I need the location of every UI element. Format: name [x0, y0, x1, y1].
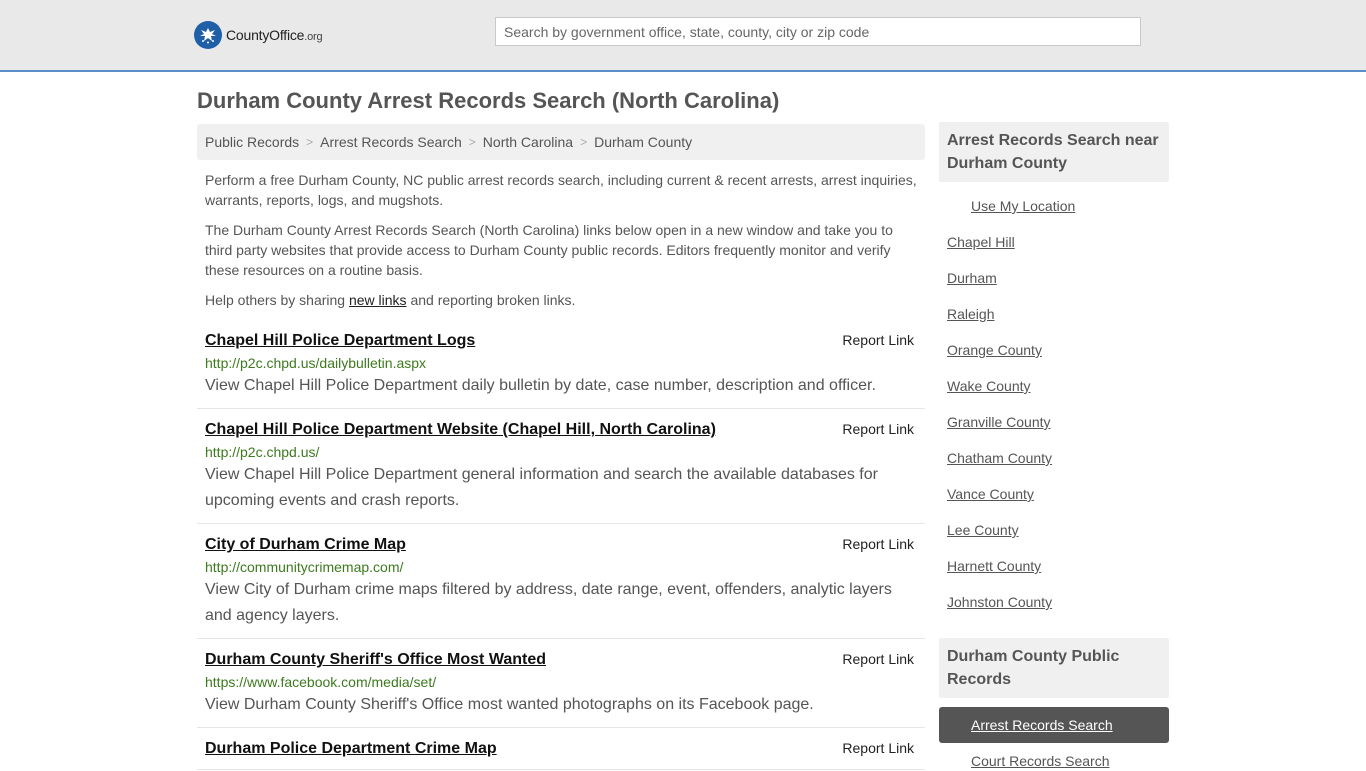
chevron-right-icon: >: [468, 135, 476, 149]
sidebar-item-vance-county[interactable]: Vance County: [939, 484, 1169, 520]
record-title-link[interactable]: Durham Police Department Crime Map: [205, 738, 497, 760]
sidebar-item-chapel-hill[interactable]: Chapel Hill: [939, 232, 1169, 268]
record-url: http://communitycrimemap.com/: [205, 559, 404, 575]
intro-paragraph: Perform a free Durham County, NC public …: [205, 172, 917, 208]
record-title-link[interactable]: Chapel Hill Police Department Logs: [205, 330, 475, 352]
list-item: Chapel Hill Police Department Website (C…: [197, 409, 925, 524]
sidebar: Arrest Records Search near Durham County…: [939, 122, 1169, 771]
share-paragraph: Help others by sharing new links and rep…: [205, 292, 576, 308]
report-link[interactable]: Report Link: [842, 651, 914, 667]
records-list: Chapel Hill Police Department Logs Repor…: [197, 320, 925, 770]
logo-text: CountyOffice.org: [226, 27, 323, 43]
sidebar-item-arrest-records-active[interactable]: Arrest Records Search: [939, 707, 1169, 743]
use-my-location-link[interactable]: Use My Location: [939, 196, 1169, 232]
sidebar-item-wake-county[interactable]: Wake County: [939, 376, 1169, 412]
breadcrumb-durham-county: Durham County: [594, 134, 693, 150]
record-title-link[interactable]: Chapel Hill Police Department Website (C…: [205, 419, 716, 441]
record-url: http://p2c.chpd.us/dailybulletin.aspx: [205, 355, 427, 371]
sidebar-item-durham[interactable]: Durham: [939, 268, 1169, 304]
sidebar-item-granville-county[interactable]: Granville County: [939, 412, 1169, 448]
list-item: Durham Police Department Crime Map Repor…: [197, 728, 925, 770]
record-url: https://www.facebook.com/media/set/: [205, 674, 437, 690]
sidebar-item-harnett-county[interactable]: Harnett County: [939, 556, 1169, 592]
intro-paragraph: The Durham County Arrest Records Search …: [205, 222, 893, 278]
report-link[interactable]: Report Link: [842, 536, 914, 552]
record-description: View City of Durham crime maps filtered …: [205, 581, 892, 624]
sidebar-item-lee-county[interactable]: Lee County: [939, 520, 1169, 556]
site-logo[interactable]: CountyOffice.org: [194, 20, 323, 50]
sidebar-heading-nearby: Arrest Records Search near Durham County: [939, 122, 1169, 182]
breadcrumb-public-records[interactable]: Public Records: [205, 134, 299, 150]
site-header: CountyOffice.org: [0, 0, 1366, 72]
chevron-right-icon: >: [306, 135, 314, 149]
sidebar-heading-public-records: Durham County Public Records: [939, 638, 1169, 698]
breadcrumb: Public Records > Arrest Records Search >…: [197, 124, 925, 160]
record-title-link[interactable]: Durham County Sheriff's Office Most Want…: [205, 649, 546, 671]
intro-text: Perform a free Durham County, NC public …: [197, 170, 925, 310]
sidebar-item-court-records[interactable]: Court Records Search: [939, 751, 1169, 771]
sidebar-item-johnston-county[interactable]: Johnston County: [939, 592, 1169, 628]
report-link[interactable]: Report Link: [842, 740, 914, 756]
list-item: City of Durham Crime Map Report Link htt…: [197, 524, 925, 639]
nearby-list: Use My Location Chapel Hill Durham Ralei…: [939, 182, 1169, 638]
sidebar-item-raleigh[interactable]: Raleigh: [939, 304, 1169, 340]
record-description: View Chapel Hill Police Department daily…: [205, 377, 876, 394]
list-item: Durham County Sheriff's Office Most Want…: [197, 639, 925, 728]
report-link[interactable]: Report Link: [842, 332, 914, 348]
main-content: Public Records > Arrest Records Search >…: [197, 124, 925, 770]
sidebar-item-orange-county[interactable]: Orange County: [939, 340, 1169, 376]
breadcrumb-arrest-records[interactable]: Arrest Records Search: [320, 134, 462, 150]
page-title: Durham County Arrest Records Search (Nor…: [197, 88, 780, 113]
record-description: View Chapel Hill Police Department gener…: [205, 466, 878, 509]
search-input[interactable]: [495, 17, 1141, 46]
breadcrumb-north-carolina[interactable]: North Carolina: [483, 134, 573, 150]
record-url: http://p2c.chpd.us/: [205, 444, 320, 460]
list-item: Chapel Hill Police Department Logs Repor…: [197, 320, 925, 409]
new-links-link[interactable]: new links: [349, 292, 407, 308]
eagle-seal-icon: [194, 21, 222, 49]
report-link[interactable]: Report Link: [842, 421, 914, 437]
chevron-right-icon: >: [580, 135, 588, 149]
sidebar-item-chatham-county[interactable]: Chatham County: [939, 448, 1169, 484]
record-title-link[interactable]: City of Durham Crime Map: [205, 534, 406, 556]
record-description: View Durham County Sheriff's Office most…: [205, 696, 814, 713]
